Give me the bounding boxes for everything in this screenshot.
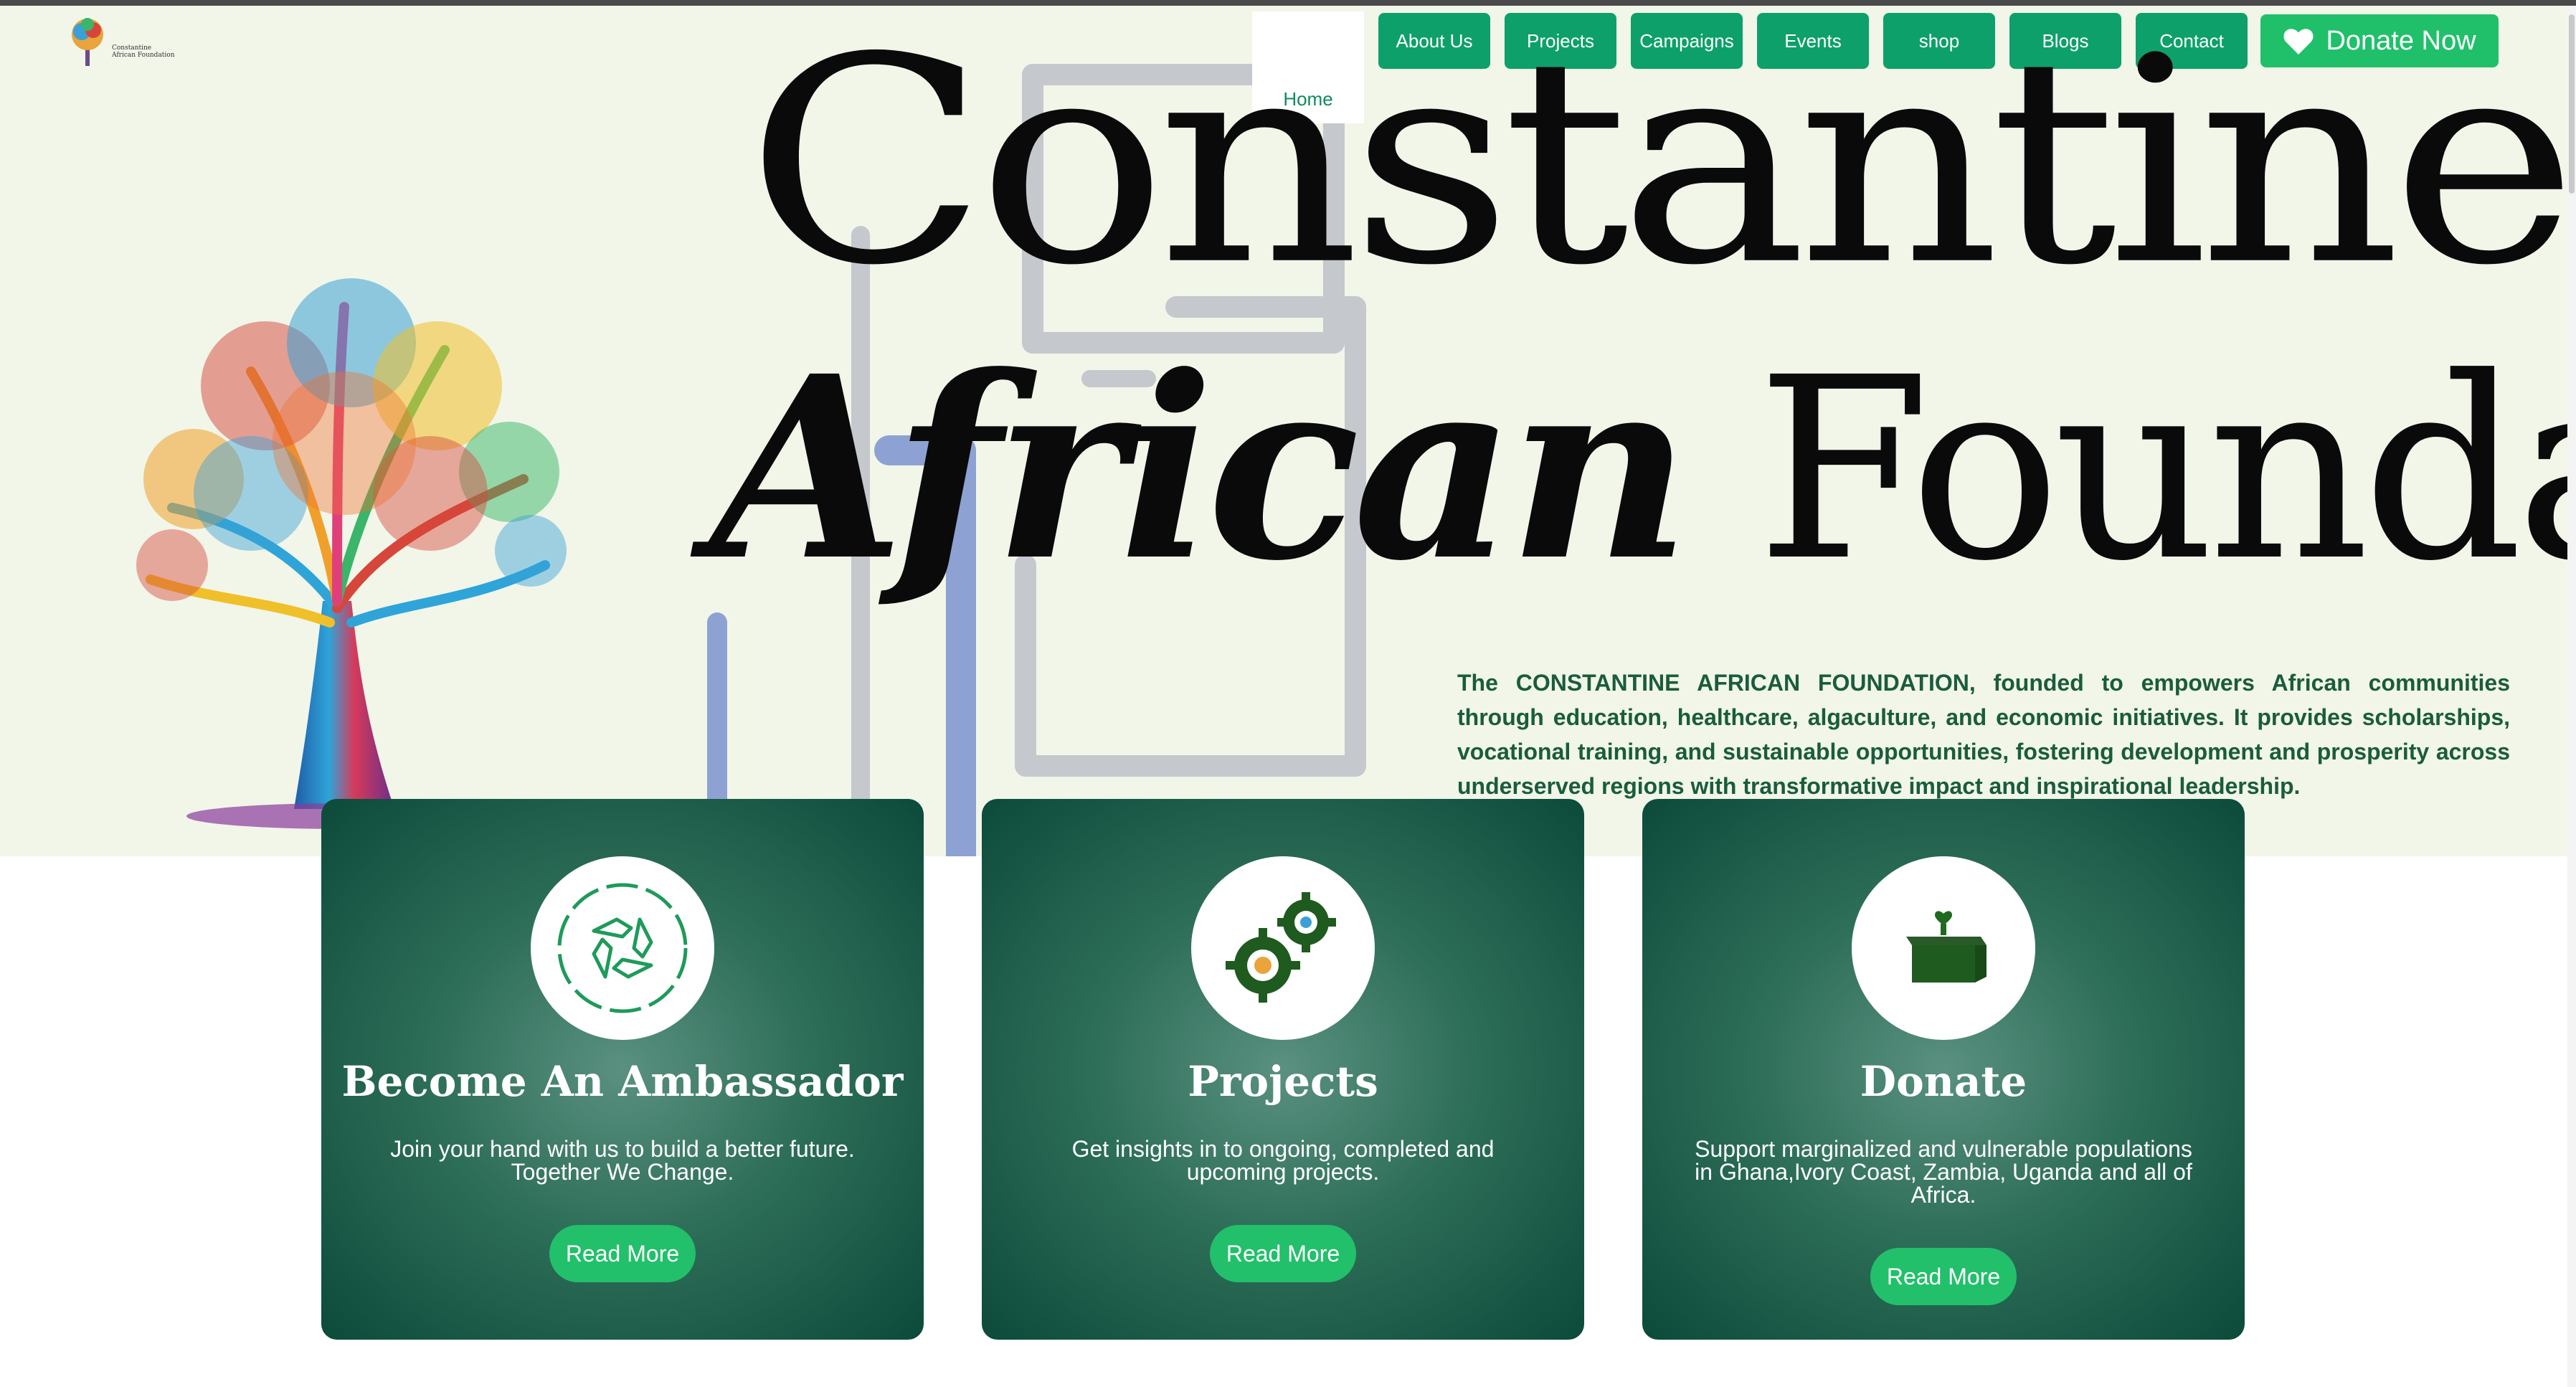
donate-card-text: Support marginalized and vulnerable popu… (1695, 1136, 2192, 1208)
hero-title-foundation: Foundation (1756, 323, 2576, 616)
hero-title-line2: African Foundation (710, 343, 2576, 595)
projects-read-more-button[interactable]: Read More (1210, 1225, 1356, 1282)
ambassador-read-more-button[interactable]: Read More (549, 1225, 696, 1282)
logo-text: Constantine African Foundation (112, 44, 175, 59)
page-scrollbar[interactable] (2567, 6, 2576, 1387)
projects-card-text: Get insights in to ongoing, completed an… (1071, 1136, 1495, 1185)
hero-section: Constantine African Foundation About Us … (0, 6, 2576, 856)
donate-card-title: Donate (1860, 1057, 2027, 1106)
projects-card-title: Projects (1188, 1057, 1378, 1106)
browser-top-bar (0, 0, 2576, 6)
donate-card: Donate Support marginalized and vulnerab… (1642, 799, 2245, 1340)
tree-illustration (136, 278, 567, 829)
tree-logo-icon (72, 18, 103, 66)
site-logo[interactable]: Constantine African Foundation (66, 13, 175, 70)
donate-read-more-button[interactable]: Read More (1870, 1248, 2017, 1305)
donate-icon-circle (1852, 856, 2035, 1040)
donation-box-icon (1906, 911, 1987, 983)
ambassador-card-text: Join your hand with us to build a better… (390, 1136, 855, 1185)
gears-icon (1226, 892, 1336, 1003)
projects-icon-circle (1191, 856, 1375, 1040)
ambassador-card-title: Become An Ambassador (341, 1057, 904, 1106)
ambassador-icon-circle (531, 856, 714, 1040)
hero-title-line1: Constantine (746, 6, 2576, 328)
scrollbar-thumb[interactable] (2569, 14, 2575, 194)
ambassador-card: Become An Ambassador Join your hand with… (321, 799, 924, 1340)
hero-intro-text: The CONSTANTINE AFRICAN FOUNDATION, foun… (1457, 670, 2510, 799)
projects-card: Projects Get insights in to ongoing, com… (982, 799, 1584, 1340)
hero-title-african: African (710, 321, 1691, 616)
handshake-circle-icon (557, 883, 688, 1013)
